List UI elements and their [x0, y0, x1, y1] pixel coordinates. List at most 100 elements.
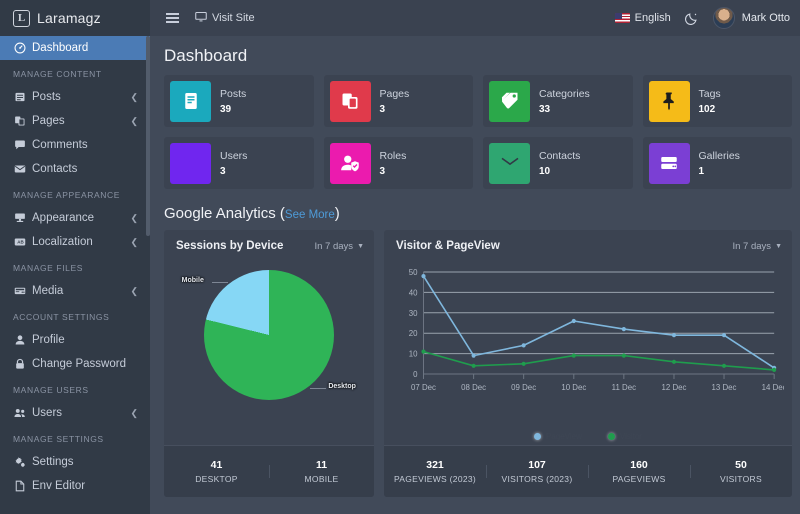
sidebar-scrollbar[interactable] — [146, 36, 150, 236]
footer-stat-value: 160 — [630, 459, 648, 471]
chevron-left-icon: ❮ — [130, 236, 138, 247]
envelope-icon — [489, 142, 530, 184]
hamburger-icon[interactable] — [164, 10, 181, 26]
sidebar-nav: Dashboard MANAGE CONTENT Posts ❮ Pages ❮ Comme… — [0, 36, 150, 508]
stat-label: Posts — [220, 87, 247, 100]
users-icon — [170, 142, 211, 184]
legend-item[interactable]: PageView — [534, 432, 582, 441]
analytics-heading-text: Google Analytics — [164, 205, 276, 222]
stat-card-galleries[interactable]: Galleries 1 — [642, 137, 792, 189]
lock-icon — [13, 358, 26, 370]
sidebar-item-profile[interactable]: Profile — [0, 328, 150, 352]
stat-text: Galleries 1 — [699, 150, 740, 177]
legend-label: PageView — [546, 431, 582, 441]
moon-icon[interactable] — [684, 11, 699, 25]
pie-slice-label: Mobile — [181, 277, 204, 285]
visitor-panel-header: Visitor & PageView In 7 days ▼ — [384, 230, 792, 258]
stat-value: 3 — [220, 165, 226, 177]
stat-text: Categories 33 — [539, 88, 590, 115]
stat-label: Galleries — [698, 149, 740, 162]
sidebar-item-label: Pages — [32, 115, 65, 127]
footer-stat-value: 50 — [735, 459, 747, 471]
users-icon — [13, 407, 26, 419]
stat-card-pages[interactable]: Pages 3 — [323, 75, 473, 127]
footer-stat-value: 41 — [210, 459, 223, 471]
svg-text:14 Dec: 14 Dec — [762, 383, 784, 392]
footer-stat-value: 11 — [315, 459, 328, 471]
see-more-link[interactable]: See More — [285, 209, 335, 221]
pin-icon — [648, 80, 690, 122]
sidebar-item-settings[interactable]: Settings — [0, 450, 150, 474]
language-label: English — [634, 12, 671, 24]
pie-leader-line — [211, 282, 228, 284]
pages-icon — [13, 115, 26, 127]
footer-stat-label: VISITORS (2023) — [501, 474, 573, 484]
sidebar-item-comments[interactable]: Comments — [0, 133, 150, 157]
sidebar-item-appearance[interactable]: Appearance ❮ — [0, 206, 150, 230]
sidebar-item-posts[interactable]: Posts ❮ — [0, 85, 150, 109]
stat-card-categories[interactable]: Categories 33 — [483, 75, 633, 127]
sidebar-item-env-editor[interactable]: Env Editor — [0, 474, 150, 498]
avatar — [712, 7, 735, 29]
chevron-left-icon: ❮ — [130, 115, 138, 126]
sidebar-item-label: Profile — [32, 334, 65, 346]
footer-stat: 50 VISITORS — [690, 459, 792, 484]
visitor-pageview-panel: Visitor & PageView In 7 days ▼ 0 10 20 30 40… — [384, 230, 792, 497]
svg-text:10: 10 — [409, 350, 418, 359]
stat-cards-grid: Posts 39 Pages 3 Categories 33 Tags 102 Users 3 Ro… — [150, 75, 800, 189]
sessions-panel-title: Sessions by Device — [176, 240, 284, 252]
tags-icon — [489, 80, 530, 122]
sessions-range-label: In 7 days — [314, 240, 354, 252]
sidebar-item-dashboard[interactable]: Dashboard — [0, 36, 150, 60]
envelope-icon — [13, 163, 26, 175]
chevron-down-icon: ▼ — [775, 242, 782, 250]
user-menu[interactable]: Mark Otto — [712, 7, 790, 29]
sidebar-item-contacts[interactable]: Contacts — [0, 157, 150, 181]
sidebar-section-label: MANAGE CONTENT — [13, 69, 102, 79]
chevron-left-icon: ❮ — [130, 212, 138, 223]
us-flag-icon — [614, 13, 630, 23]
chevron-left-icon: ❮ — [130, 91, 138, 102]
footer-stat-value: 321 — [426, 459, 444, 471]
stat-card-roles[interactable]: Roles 3 — [323, 137, 473, 189]
brand[interactable]: L Laramagz — [0, 0, 150, 36]
topbar: Visit Site English Mark Otto — [150, 0, 800, 36]
stat-label: Tags — [698, 87, 721, 100]
visitor-range-dropdown[interactable]: In 7 days ▼ — [733, 241, 783, 252]
book-icon — [170, 80, 211, 122]
stat-card-posts[interactable]: Posts 39 — [164, 75, 314, 127]
sidebar-item-media[interactable]: Media ❮ — [0, 279, 150, 303]
brand-name: Laramagz — [37, 10, 101, 26]
visitor-range-label: In 7 days — [732, 240, 772, 252]
stat-value: 102 — [698, 103, 716, 115]
stat-text: Pages 3 — [380, 88, 410, 115]
sidebar-item-change-password[interactable]: Change Password — [0, 352, 150, 376]
stat-text: Tags 102 — [699, 88, 721, 115]
legend-item[interactable]: Visitor — [607, 432, 642, 441]
sessions-range-dropdown[interactable]: In 7 days ▼ — [315, 241, 365, 252]
sidebar-section-label: MANAGE USERS — [13, 385, 89, 395]
footer-stat: 11 MOBILE — [269, 459, 374, 484]
footer-stat-label: PAGEVIEWS — [612, 474, 666, 484]
page-title: Dashboard — [164, 46, 248, 65]
stat-card-users[interactable]: Users 3 — [164, 137, 314, 189]
sidebar-item-label: Dashboard — [32, 42, 89, 54]
sidebar-item-pages[interactable]: Pages ❮ — [0, 109, 150, 133]
stat-label: Contacts — [539, 149, 581, 162]
visit-site-link[interactable]: Visit Site — [195, 11, 255, 26]
sidebar-item-label: Comments — [32, 139, 88, 151]
svg-text:09 Dec: 09 Dec — [511, 383, 536, 392]
book-logo-icon: L — [13, 9, 30, 27]
page-content: Dashboard Posts 39 Pages 3 Categories 33 Tags 1… — [150, 36, 800, 514]
footer-stat: 41 DESKTOP — [164, 459, 269, 484]
chevron-left-icon: ❮ — [130, 285, 138, 296]
sidebar-item-users[interactable]: Users ❮ — [0, 401, 150, 425]
language-selector[interactable]: English — [614, 12, 671, 24]
stat-value: 39 — [220, 103, 232, 115]
stat-card-contacts[interactable]: Contacts 10 — [483, 137, 633, 189]
sidebar-section-label: MANAGE SETTINGS — [13, 434, 104, 444]
analytics-heading: Google Analytics (See More) — [150, 189, 800, 230]
footer-stat-value: 107 — [528, 459, 546, 471]
sidebar-item-localization[interactable]: A B Localization ❮ — [0, 230, 150, 254]
stat-card-tags[interactable]: Tags 102 — [642, 75, 792, 127]
